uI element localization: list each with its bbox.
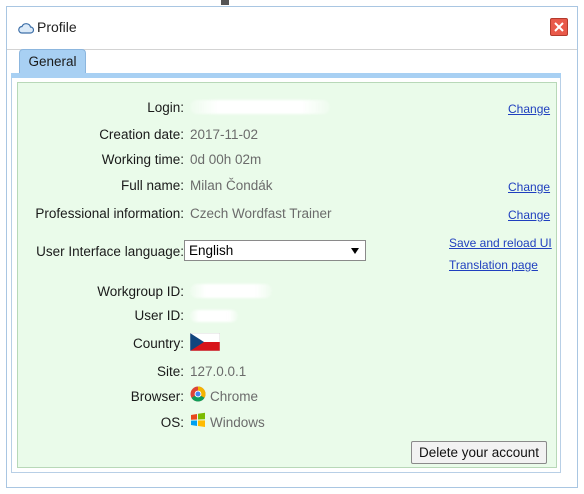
close-icon [554, 22, 564, 32]
czech-flag-icon [190, 333, 220, 351]
delete-account-button[interactable]: Delete your account [411, 441, 547, 464]
user-id-redacted [190, 310, 238, 322]
windows-icon [191, 412, 205, 427]
change-login-link[interactable]: Change [508, 102, 550, 116]
general-panel [17, 82, 557, 468]
close-button[interactable] [550, 18, 568, 36]
dialog-titlebar: Profile [7, 7, 577, 50]
login-label: Login: [147, 100, 184, 115]
chevron-down-icon [351, 248, 359, 254]
site-label: Site: [156, 364, 184, 379]
browser-label: Browser: [130, 389, 184, 404]
workgroup-id-label: Workgroup ID: [97, 284, 184, 299]
os-label: OS: [160, 415, 184, 430]
translation-page-link[interactable]: Translation page [449, 258, 538, 272]
change-professional-link[interactable]: Change [508, 208, 550, 222]
tab-general[interactable]: General [19, 49, 86, 74]
login-value-redacted [190, 100, 330, 114]
background-artifact [221, 0, 229, 5]
user-id-label: User ID: [134, 308, 184, 323]
creation-date-label: Creation date: [99, 127, 184, 142]
site-value: 127.0.0.1 [190, 364, 247, 379]
cloud-icon [18, 23, 34, 34]
full-name-label: Full name: [120, 178, 184, 193]
chrome-icon [190, 386, 206, 402]
save-reload-ui-link[interactable]: Save and reload UI [449, 236, 552, 250]
country-label: Country: [132, 336, 184, 351]
dialog-title: Profile [37, 19, 77, 35]
change-full-name-link[interactable]: Change [508, 180, 550, 194]
ui-language-select[interactable]: English [184, 240, 366, 261]
ui-language-label: User Interface language: [36, 244, 184, 259]
browser-value: Chrome [210, 389, 259, 404]
full-name-value: Milan Čondák [190, 178, 273, 193]
ui-language-selected: English [189, 243, 234, 258]
os-value: Windows [210, 415, 265, 430]
creation-date-value: 2017-11-02 [190, 127, 259, 142]
workgroup-id-redacted [190, 284, 272, 298]
professional-info-label: Professional information: [35, 206, 184, 221]
working-time-label: Working time: [101, 152, 184, 167]
professional-info-value: Czech Wordfast Trainer [190, 206, 332, 221]
working-time-value: 0d 00h 02m [190, 152, 262, 167]
